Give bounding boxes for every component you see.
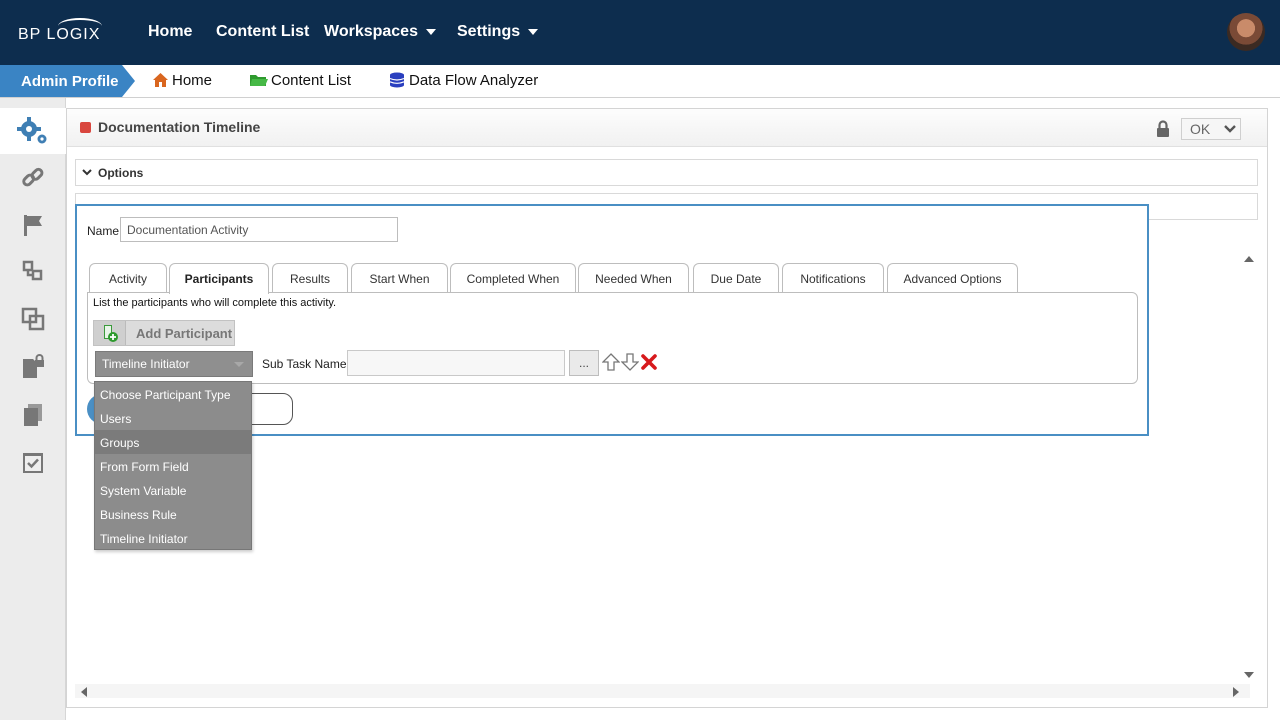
add-participant-icon	[94, 321, 126, 345]
hierarchy-icon	[22, 260, 43, 281]
flag-icon	[24, 215, 42, 236]
nav-workspaces[interactable]: Workspaces	[324, 23, 436, 41]
chevron-down-icon	[1224, 125, 1236, 133]
ok-button[interactable]: OK	[1181, 118, 1241, 140]
copy-icon	[21, 307, 45, 331]
add-participant-button[interactable]: Add Participant	[93, 320, 235, 346]
breadcrumb-home-label: Home	[172, 72, 213, 89]
sidebar-item-hierarchy[interactable]	[0, 248, 66, 294]
move-down-icon[interactable]	[620, 353, 640, 374]
scroll-left-arrow[interactable]	[81, 687, 87, 697]
link-icon	[22, 167, 44, 187]
options-section[interactable]: Options	[75, 159, 1258, 186]
breadcrumb-content-list[interactable]: Content List	[249, 72, 351, 89]
tab-participants[interactable]: Participants	[169, 263, 269, 294]
tab-advanced-options[interactable]: Advanced Options	[887, 263, 1018, 293]
add-participant-label: Add Participant	[136, 326, 233, 341]
doc-header: Documentation Timeline OK	[67, 109, 1267, 147]
page-title: Documentation Timeline	[98, 119, 261, 135]
dropdown-option-system-variable[interactable]: System Variable	[95, 478, 251, 502]
delete-icon[interactable]	[641, 354, 657, 373]
tab-results[interactable]: Results	[272, 263, 348, 293]
sidebar-item-documents[interactable]	[0, 392, 66, 438]
options-label: Options	[98, 166, 144, 180]
sidebar-item-locked-documents[interactable]	[0, 344, 66, 390]
checklist-icon	[23, 453, 43, 473]
timeline-icon	[80, 122, 91, 133]
sidebar-item-flags[interactable]	[0, 202, 66, 248]
scroll-down-arrow[interactable]	[1244, 672, 1254, 678]
sidebar-item-links[interactable]	[0, 155, 66, 201]
documents-icon	[24, 404, 42, 426]
sidebar-item-tasks[interactable]	[0, 440, 66, 486]
dropdown-option-business-rule[interactable]: Business Rule	[95, 502, 251, 526]
tab-needed-when[interactable]: Needed When	[578, 263, 689, 293]
dropdown-option-choose[interactable]: Choose Participant Type	[95, 382, 251, 406]
nav-home[interactable]: Home	[148, 23, 192, 41]
gears-icon	[17, 117, 47, 144]
tab-due-date[interactable]: Due Date	[693, 263, 779, 293]
name-label: Name	[87, 224, 120, 238]
sidebar-item-settings[interactable]	[0, 108, 66, 154]
breadcrumb-data-flow-analyzer[interactable]: Data Flow Analyzer	[389, 72, 538, 89]
participants-hint: List the participants who will complete …	[93, 297, 337, 309]
user-avatar[interactable]	[1227, 13, 1265, 51]
logo-text: BP LOGIX	[18, 26, 101, 43]
admin-profile-arrow	[122, 65, 135, 97]
folder-icon	[250, 75, 268, 86]
tab-start-when[interactable]: Start When	[351, 263, 448, 293]
database-icon	[389, 72, 405, 88]
dropdown-option-groups[interactable]: Groups	[95, 430, 251, 454]
chevron-down-icon	[82, 169, 92, 176]
tab-activity[interactable]: Activity	[89, 263, 167, 293]
name-input[interactable]	[120, 217, 398, 242]
chevron-down-icon	[528, 28, 539, 35]
move-up-icon[interactable]	[601, 353, 621, 374]
tab-notifications[interactable]: Notifications	[782, 263, 884, 293]
sidebar-item-copy[interactable]	[0, 296, 66, 342]
house-icon	[153, 73, 168, 87]
nav-settings-label: Settings	[457, 23, 521, 40]
dropdown-arrow-icon	[234, 362, 244, 367]
horizontal-scrollbar[interactable]	[75, 684, 1250, 698]
subtask-label: Sub Task Name	[262, 357, 347, 371]
dropdown-option-form-field[interactable]: From Form Field	[95, 454, 251, 478]
breadcrumb-home[interactable]: Home	[152, 72, 212, 89]
nav-workspaces-label: Workspaces	[324, 23, 418, 40]
dropdown-option-timeline-initiator[interactable]: Timeline Initiator	[95, 526, 251, 550]
breadcrumb-data-flow-analyzer-label: Data Flow Analyzer	[409, 72, 539, 89]
participant-type-select[interactable]: Timeline Initiator	[95, 351, 253, 377]
nav-content-list[interactable]: Content List	[216, 23, 309, 41]
subtask-name-input[interactable]	[347, 350, 565, 376]
top-navbar: BP LOGIX Home Content List Workspaces Se…	[0, 0, 1280, 65]
dropdown-option-users[interactable]: Users	[95, 406, 251, 430]
tab-completed-when[interactable]: Completed When	[450, 263, 576, 293]
lock-icon[interactable]	[1155, 120, 1171, 141]
locked-file-icon	[23, 354, 44, 378]
browse-button[interactable]: ...	[569, 350, 599, 376]
participants-panel: List the participants who will complete …	[87, 292, 1138, 384]
scroll-right-arrow[interactable]	[1233, 687, 1239, 697]
scroll-up-arrow[interactable]	[1244, 256, 1254, 262]
participant-type-dropdown: Choose Participant Type Users Groups Fro…	[94, 381, 252, 550]
chevron-down-icon	[425, 28, 436, 35]
bplogix-logo[interactable]: BP LOGIX	[18, 18, 108, 48]
participant-type-value: Timeline Initiator	[102, 357, 190, 371]
breadcrumb-bar: Admin Profile Home Content List Data Flo…	[0, 65, 1280, 98]
admin-profile-tab[interactable]: Admin Profile	[0, 65, 122, 97]
ok-button-label: OK	[1190, 121, 1211, 137]
nav-settings[interactable]: Settings	[457, 23, 539, 41]
breadcrumb-content-list-label: Content List	[271, 72, 352, 89]
left-sidebar	[0, 98, 66, 720]
